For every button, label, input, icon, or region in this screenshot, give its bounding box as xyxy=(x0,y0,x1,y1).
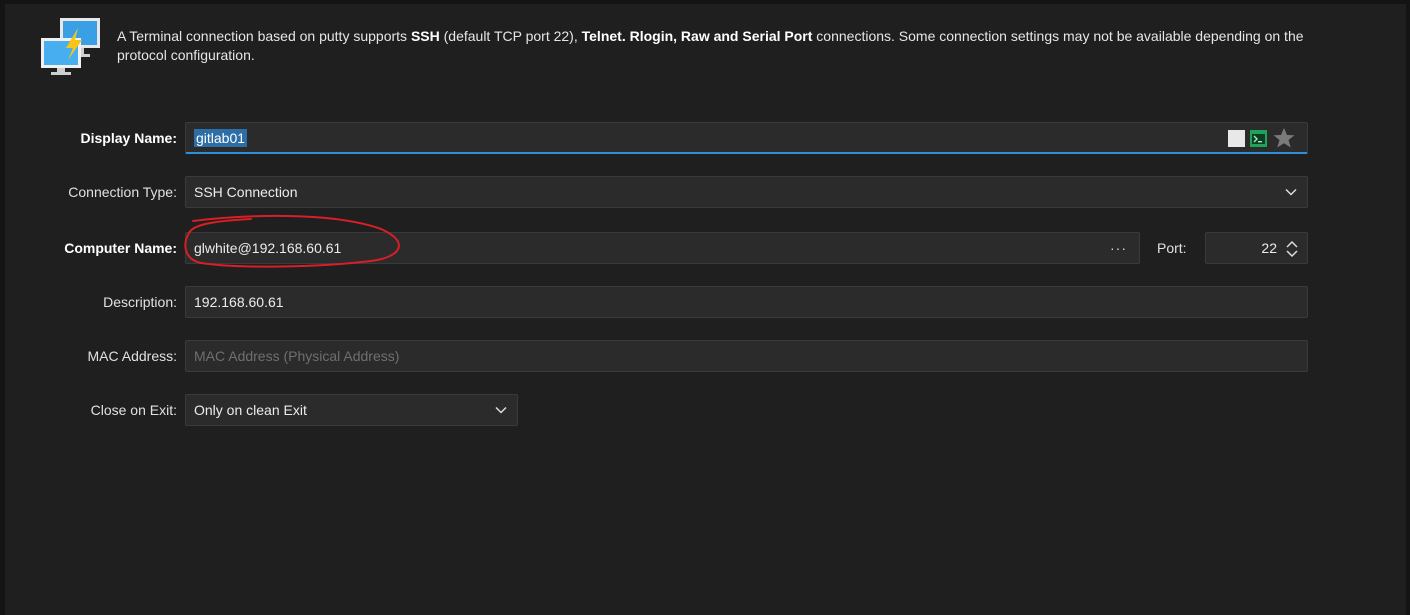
browse-computer-button[interactable]: ··· xyxy=(1110,233,1127,263)
close-on-exit-label: Close on Exit: xyxy=(90,402,177,418)
connection-settings-page: A Terminal connection based on putty sup… xyxy=(0,0,1410,615)
computer-name-field[interactable]: glwhite@192.168.60.61 ··· xyxy=(185,232,1140,264)
mac-address-label: MAC Address: xyxy=(87,348,177,364)
terminal-icon[interactable] xyxy=(1250,130,1267,147)
description-part: Telnet. Rlogin, Raw and Serial Port xyxy=(581,28,813,44)
connection-type-label: Connection Type: xyxy=(68,184,177,200)
chevron-down-icon xyxy=(1285,188,1297,196)
display-name-field[interactable]: gitlab01 xyxy=(185,122,1308,154)
connection-type-value: SSH Connection xyxy=(194,184,298,200)
display-name-label: Display Name: xyxy=(80,130,177,146)
description-part: A Terminal connection based on putty sup… xyxy=(117,28,411,44)
description-field[interactable]: 192.168.60.61 xyxy=(185,286,1308,318)
description-part: SSH xyxy=(410,28,440,44)
mac-address-field[interactable] xyxy=(185,340,1308,372)
description-label: Description: xyxy=(103,294,177,310)
mac-address-input[interactable] xyxy=(194,342,1299,370)
computer-name-label: Computer Name: xyxy=(64,240,177,256)
star-icon[interactable] xyxy=(1273,128,1295,148)
window-edge-top xyxy=(0,0,1410,4)
connection-description-text: A Terminal connection based on putty sup… xyxy=(117,27,1327,65)
port-stepper[interactable]: 22 xyxy=(1205,232,1308,264)
blank-square-icon[interactable] xyxy=(1228,130,1245,147)
connection-type-select[interactable]: SSH Connection xyxy=(185,176,1308,208)
computer-name-value: glwhite@192.168.60.61 xyxy=(194,240,342,256)
terminal-computers-icon xyxy=(41,18,100,75)
description-part: (default TCP port 22), xyxy=(439,28,582,44)
window-edge-left xyxy=(0,0,5,615)
description-value: 192.168.60.61 xyxy=(194,294,284,310)
spinner-arrows-icon[interactable] xyxy=(1285,239,1299,259)
close-on-exit-value: Only on clean Exit xyxy=(194,402,307,418)
port-value: 22 xyxy=(1261,240,1277,256)
display-name-value: gitlab01 xyxy=(194,129,248,147)
window-edge-right xyxy=(1406,0,1410,615)
chevron-down-icon xyxy=(495,406,507,414)
port-label: Port: xyxy=(1157,240,1187,256)
close-on-exit-select[interactable]: Only on clean Exit xyxy=(185,394,518,426)
